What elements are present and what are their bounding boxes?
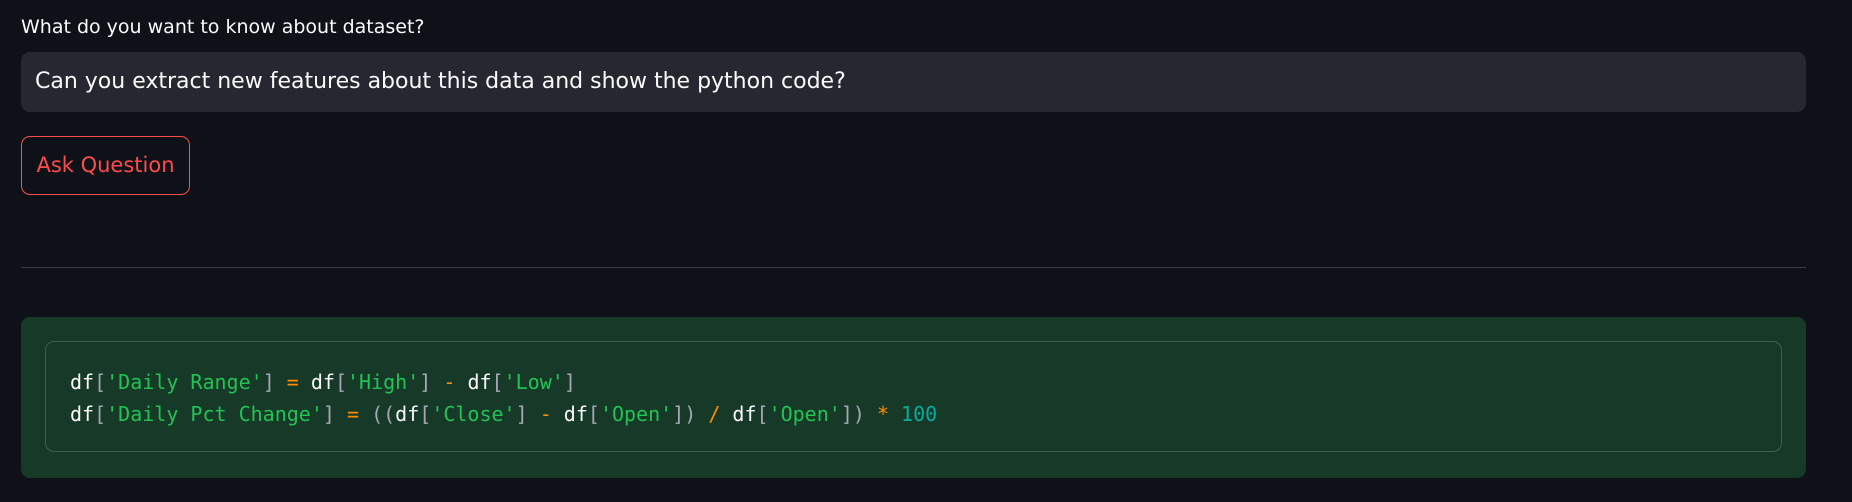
code-token-name — [865, 402, 877, 426]
code-token-str: 'High' — [347, 370, 420, 394]
code-token-name: df — [310, 370, 335, 394]
code-token-str: 'Close' — [431, 402, 516, 426]
code-token-name: df — [70, 370, 95, 394]
code-token-name — [359, 402, 371, 426]
code-token-punc: [ — [334, 370, 348, 394]
code-line: df['Daily Range'] = df['High'] - df['Low… — [70, 366, 1757, 398]
code-token-name — [335, 402, 347, 426]
code-token-name: df — [70, 402, 95, 426]
code-token-name — [889, 402, 901, 426]
code-token-punc: (( — [371, 402, 396, 426]
code-token-name: df — [467, 370, 492, 394]
code-token-name — [455, 370, 467, 394]
code-token-punc: [ — [587, 402, 600, 426]
code-token-punc: ] — [563, 370, 576, 394]
code-token-name — [720, 402, 732, 426]
code-token-punc: ] — [515, 402, 528, 426]
code-token-punc: ]) — [840, 402, 865, 426]
code-token-num: 100 — [901, 402, 938, 426]
code-token-punc: [ — [756, 402, 769, 426]
code-token-op: - — [443, 370, 456, 394]
code-token-punc: ] — [262, 370, 275, 394]
code-token-punc: [ — [491, 370, 504, 394]
code-token-name — [299, 370, 311, 394]
code-token-name: df — [732, 402, 757, 426]
question-label: What do you want to know about dataset? — [21, 16, 425, 38]
code-token-op: * — [876, 402, 889, 426]
code-token-punc: [ — [419, 402, 432, 426]
code-token-name: df — [395, 402, 420, 426]
question-input[interactable]: Can you extract new features about this … — [21, 52, 1806, 112]
code-token-op: / — [708, 402, 721, 426]
code-token-name — [431, 370, 443, 394]
code-token-punc: ] — [322, 402, 335, 426]
code-token-str: 'Open' — [599, 402, 673, 426]
code-token-name — [696, 402, 708, 426]
code-token-name: df — [563, 402, 588, 426]
code-token-punc: [ — [94, 370, 107, 394]
code-token-punc: [ — [94, 402, 107, 426]
code-token-op: - — [539, 402, 552, 426]
code-token-punc: ] — [419, 370, 432, 394]
code-token-name — [552, 402, 564, 426]
code-token-str: 'Low' — [503, 370, 564, 394]
divider — [21, 267, 1806, 268]
code-token-op: = — [286, 370, 299, 394]
code-token-name — [528, 402, 540, 426]
code-token-str: 'Daily Pct Change' — [106, 402, 323, 426]
ask-question-button[interactable]: Ask Question — [21, 136, 190, 195]
python-code-block: df['Daily Range'] = df['High'] - df['Low… — [45, 341, 1782, 452]
code-token-op: = — [346, 402, 360, 426]
code-token-name — [275, 370, 287, 394]
code-token-punc: ]) — [672, 402, 697, 426]
code-token-str: 'Daily Range' — [106, 370, 263, 394]
code-line: df['Daily Pct Change'] = ((df['Close'] -… — [70, 398, 1757, 430]
code-token-str: 'Open' — [768, 402, 841, 426]
code-result-panel: df['Daily Range'] = df['High'] - df['Low… — [21, 317, 1806, 478]
